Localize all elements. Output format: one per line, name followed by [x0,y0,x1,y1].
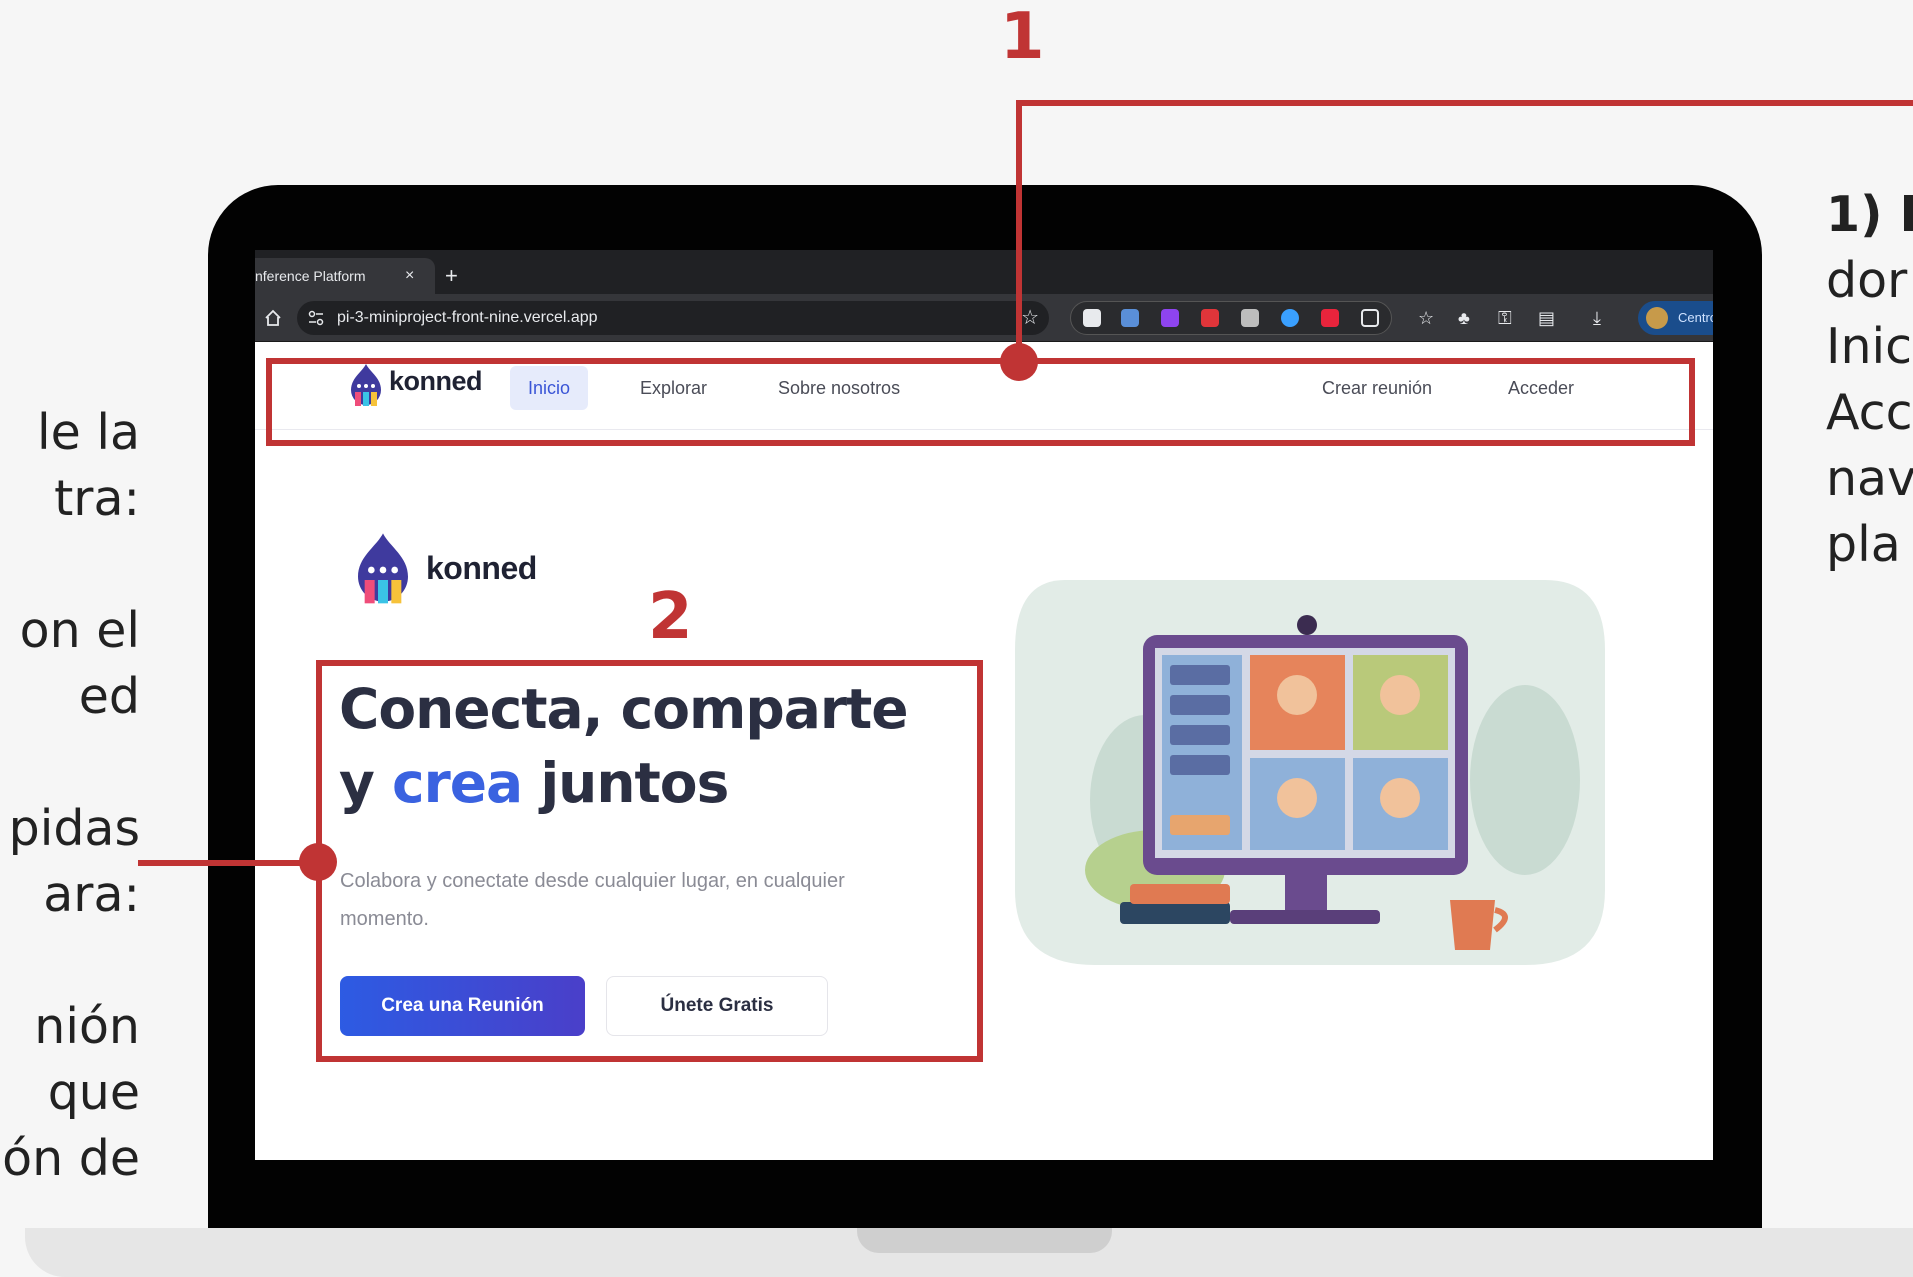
avatar [1646,307,1668,329]
extensions-group [1070,301,1392,335]
right-fragment: dor [1826,252,1908,309]
callout-dot-2 [299,843,337,881]
bookmarks-icon[interactable]: ☆ [1418,306,1434,330]
callout-number-2: 2 [648,580,693,654]
left-fragment [0,928,140,994]
m-extension-icon[interactable] [1201,309,1219,327]
hero-brand-name: konned [426,550,537,586]
site-settings-icon[interactable] [307,309,325,327]
callout-dot-1 [1000,343,1038,381]
new-tab-icon[interactable]: + [445,258,458,294]
shield-extension-icon[interactable] [1083,309,1101,327]
right-fragment: Inic [1826,318,1913,375]
browser-tab[interactable]: nference Platform × [255,258,435,294]
laptop-notch [857,1228,1112,1253]
left-fragment: le la [37,404,140,461]
camera-extension-icon[interactable] [1241,309,1259,327]
annotation-box-navbar [266,358,1695,446]
puzzle-icon[interactable] [1361,309,1379,327]
left-fragment: que [47,1064,140,1121]
right-fragment: pla [1826,516,1901,573]
left-fragment [0,730,140,796]
pocket-extension-icon[interactable] [1161,309,1179,327]
tab-close-icon[interactable]: × [405,258,414,294]
left-fragment: pidas [8,800,140,857]
left-fragment: nión [34,998,140,1055]
profile-button[interactable]: Centro [1638,301,1713,335]
right-fragment: nav [1826,450,1913,507]
passwords-icon[interactable]: ⚿ [1498,306,1512,330]
incognito-icon[interactable]: ♣ [1458,306,1470,330]
annotation-box-hero [316,660,983,1062]
left-fragment: tra: [54,470,140,527]
callout-line-1-horizontal [1016,100,1913,106]
right-fragment: Acc [1826,384,1913,441]
di-extension-icon[interactable] [1321,309,1339,327]
video-call-illustration [1015,580,1605,965]
konned-logo-icon [358,533,408,604]
callout-line-2 [138,860,320,866]
left-fragment: ed [78,668,140,725]
download-icon[interactable]: ⤓ [1593,306,1601,330]
reading-list-icon[interactable]: ▤ [1538,306,1555,330]
browser-tab-bar: nference Platform × + [255,250,1713,294]
address-bar[interactable]: pi-3-miniproject-front-nine.vercel.app ☆ [297,301,1049,335]
right-fragment: 1) E [1826,186,1913,243]
slide-left-text: le la tra: on el ed pidas ara: nión que … [0,400,140,1192]
react-extension-icon[interactable] [1281,309,1299,327]
slide-right-text: 1) E dor Inic Acc nav pla [1826,182,1913,578]
bookmark-star-icon[interactable]: ☆ [1021,301,1039,335]
hero-logo: konned [350,530,550,610]
browser-toolbar: pi-3-miniproject-front-nine.vercel.app ☆… [255,294,1713,342]
tab-title: nference Platform [255,268,366,284]
left-fragment: on el [19,602,140,659]
left-fragment [0,532,140,598]
weather-extension-icon[interactable] [1121,309,1139,327]
left-fragment: ón de [2,1130,140,1187]
profile-label: Centro [1678,310,1713,325]
left-fragment: ara: [43,866,140,923]
home-icon[interactable] [263,308,283,328]
url-text: pi-3-miniproject-front-nine.vercel.app [337,309,598,326]
callout-line-1-vertical [1016,100,1022,362]
callout-number-1: 1 [1000,0,1045,74]
